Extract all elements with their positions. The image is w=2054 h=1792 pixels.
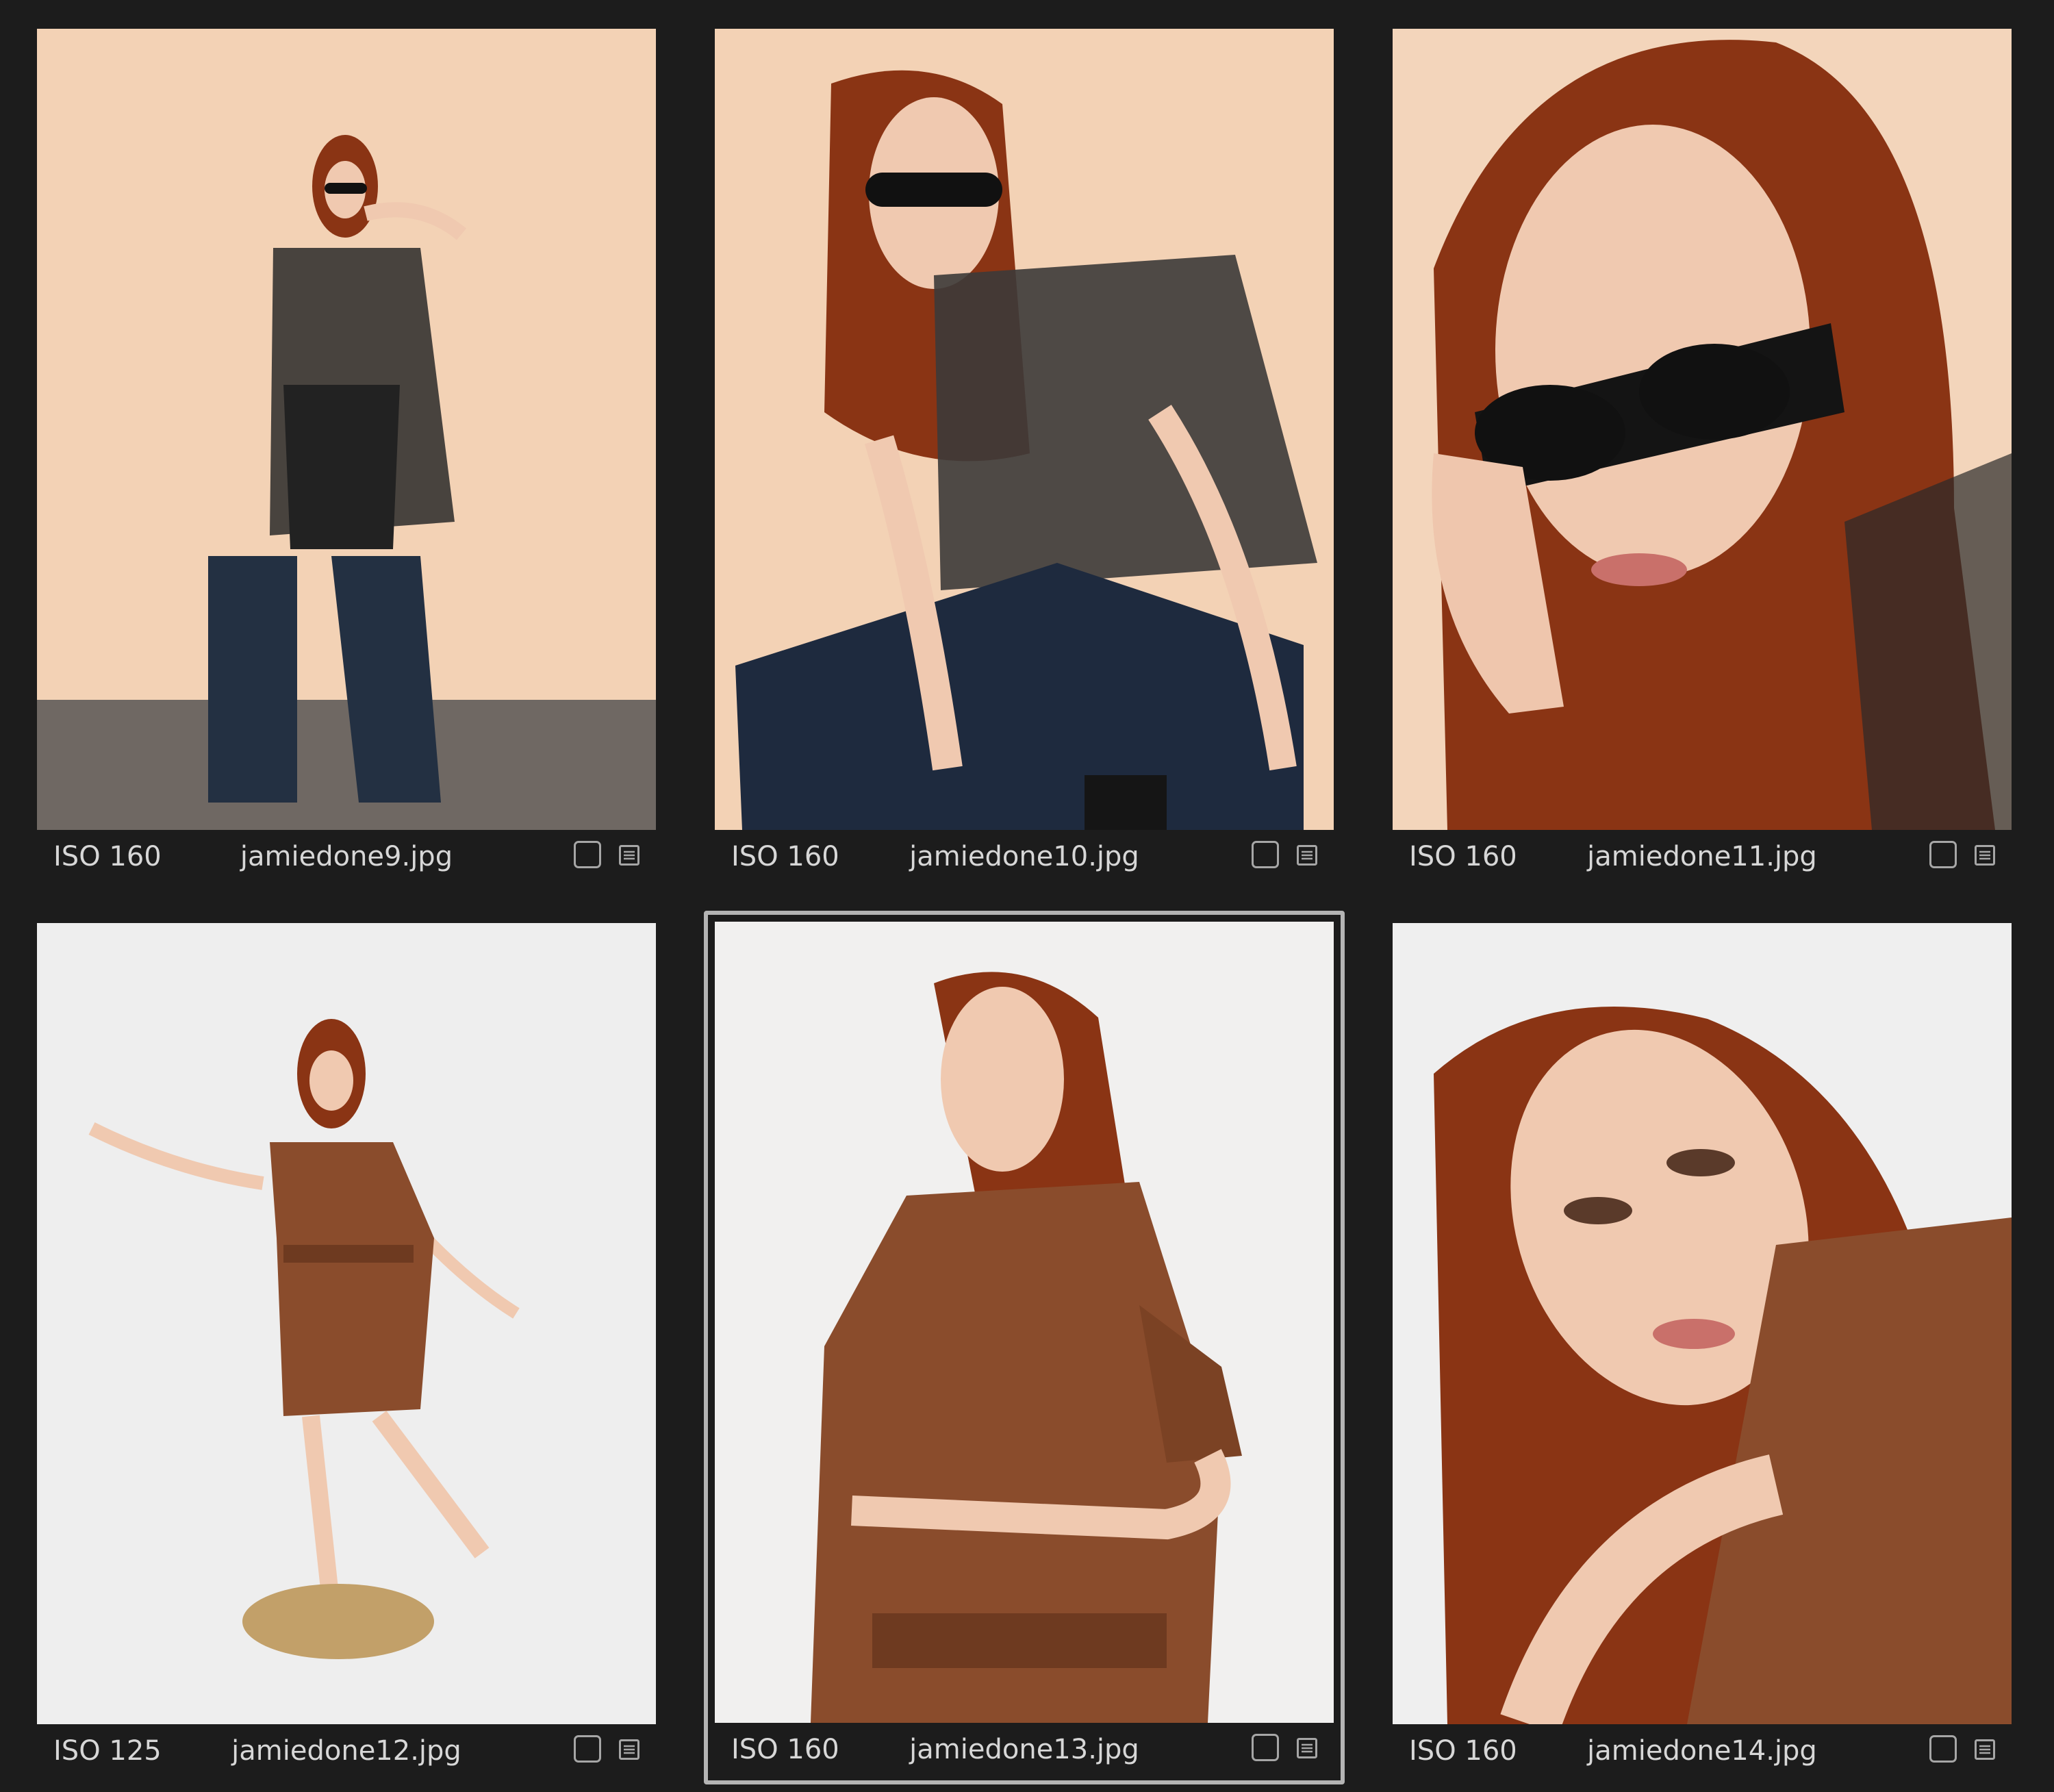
thumbnail-cell[interactable]: ISO 160 jamiedone9.jpg bbox=[37, 29, 656, 883]
thumbnail-metadata-bar: ISO 160 jamiedone9.jpg bbox=[37, 830, 656, 883]
thumbnail-metadata-bar: ISO 160 jamiedone11.jpg bbox=[1393, 830, 2012, 883]
photo-thumbnail[interactable] bbox=[715, 29, 1334, 830]
photo-thumbnail[interactable] bbox=[1393, 29, 2012, 830]
thumbnail-metadata-bar: ISO 160 jamiedone14.jpg bbox=[1393, 1724, 2012, 1778]
thumbnail-cell[interactable]: ISO 160 jamiedone14.jpg bbox=[1393, 923, 2012, 1778]
photo-thumbnail[interactable] bbox=[37, 923, 656, 1724]
thumbnail-cell[interactable]: ISO 125 jamiedone12.jpg bbox=[37, 923, 656, 1778]
photo-thumbnail[interactable] bbox=[1393, 923, 2012, 1724]
thumbnail-metadata-bar: ISO 160 jamiedone10.jpg bbox=[715, 830, 1334, 883]
metadata-list-icon[interactable] bbox=[619, 1739, 639, 1760]
metadata-list-icon[interactable] bbox=[1297, 845, 1317, 866]
filename-label: jamiedone12.jpg bbox=[231, 1735, 461, 1767]
metadata-list-icon[interactable] bbox=[1297, 1738, 1317, 1758]
select-checkbox-icon[interactable] bbox=[1929, 841, 1957, 868]
select-checkbox-icon[interactable] bbox=[574, 841, 601, 868]
thumbnail-cell-selected[interactable]: ISO 160 jamiedone13.jpg bbox=[704, 911, 1345, 1784]
filename-label: jamiedone9.jpg bbox=[240, 841, 453, 872]
filename-label: jamiedone13.jpg bbox=[909, 1734, 1139, 1765]
select-checkbox-icon[interactable] bbox=[1252, 1734, 1279, 1761]
select-checkbox-icon[interactable] bbox=[1929, 1735, 1957, 1763]
metadata-list-icon[interactable] bbox=[1975, 845, 1995, 866]
filename-label: jamiedone10.jpg bbox=[909, 841, 1139, 872]
filename-label: jamiedone14.jpg bbox=[1587, 1735, 1817, 1767]
thumbnail-cell[interactable]: ISO 160 jamiedone11.jpg bbox=[1393, 29, 2012, 883]
thumbnail-metadata-bar: ISO 125 jamiedone12.jpg bbox=[37, 1724, 656, 1778]
thumbnail-cell[interactable]: ISO 160 jamiedone10.jpg bbox=[715, 29, 1334, 883]
thumbnail-metadata-bar: ISO 160 jamiedone13.jpg bbox=[715, 1723, 1334, 1776]
thumbnail-grid: ISO 160 jamiedone9.jpg ISO 160 jamiedone… bbox=[0, 0, 2054, 1792]
metadata-list-icon[interactable] bbox=[1975, 1739, 1995, 1760]
photo-thumbnail[interactable] bbox=[37, 29, 656, 830]
select-checkbox-icon[interactable] bbox=[1252, 841, 1279, 868]
filename-label: jamiedone11.jpg bbox=[1587, 841, 1817, 872]
select-checkbox-icon[interactable] bbox=[574, 1735, 601, 1763]
photo-thumbnail[interactable] bbox=[715, 922, 1334, 1723]
metadata-list-icon[interactable] bbox=[619, 845, 639, 866]
